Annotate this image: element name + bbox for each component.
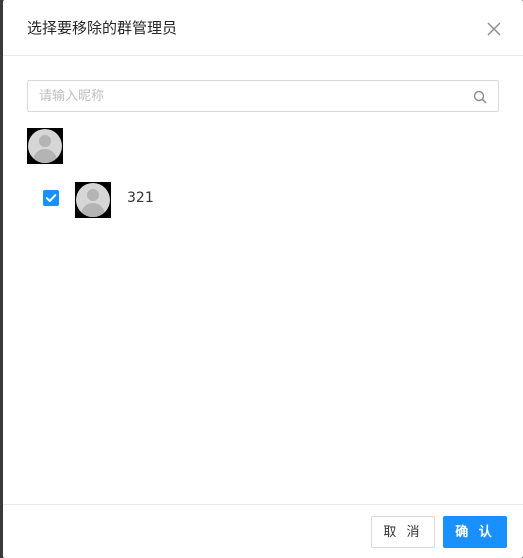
member-name: 321 [127, 190, 154, 206]
avatar-icon [76, 183, 110, 217]
confirm-button[interactable]: 确 认 [443, 516, 507, 548]
group-avatar [27, 128, 63, 164]
dialog-header: 选择要移除的群管理员 [3, 0, 523, 56]
avatar-icon [28, 129, 62, 163]
member-avatar [75, 182, 111, 218]
dialog-footer: 取 消 确 认 [3, 504, 523, 558]
member-checkbox[interactable] [43, 190, 59, 206]
search-input[interactable] [39, 81, 459, 111]
search-icon[interactable] [473, 89, 487, 104]
search-field[interactable] [27, 80, 499, 112]
checkmark-icon [45, 194, 57, 202]
cancel-button[interactable]: 取 消 [371, 516, 435, 548]
close-icon[interactable] [487, 21, 501, 36]
dialog-title: 选择要移除的群管理员 [27, 19, 178, 37]
remove-admin-dialog: 选择要移除的群管理员 请输入昵称 321 取 消 确 认 [3, 0, 523, 558]
